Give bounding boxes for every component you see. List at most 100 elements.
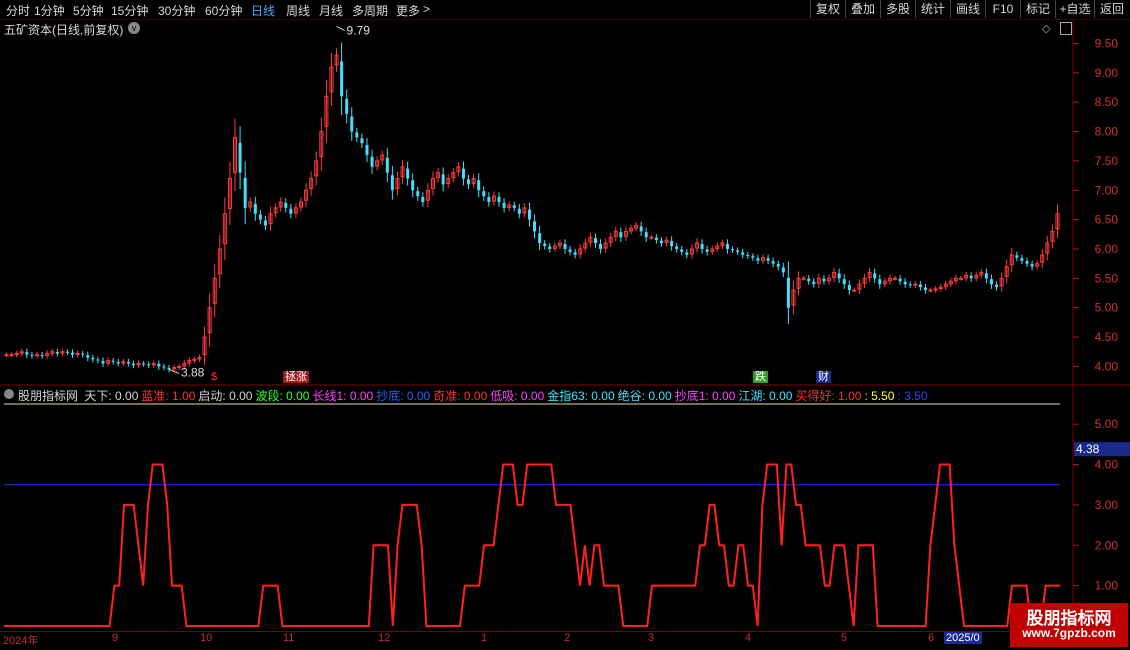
- candle-body: [9, 354, 14, 357]
- add-watchlist-button[interactable]: +自选: [1055, 0, 1094, 18]
- candle-body: [700, 243, 704, 249]
- candle-body: [126, 361, 130, 364]
- candle-body: [441, 174, 445, 185]
- candle-body: [142, 363, 146, 365]
- low-label: 3.88: [181, 365, 205, 379]
- high-label: 9.79: [347, 23, 371, 37]
- candle-body: [644, 232, 648, 238]
- period-more[interactable]: 更多: [396, 2, 420, 19]
- time-label: 11: [283, 632, 295, 644]
- price-tick-label: 6.50: [1095, 213, 1119, 227]
- period-daily[interactable]: 日线: [251, 2, 275, 19]
- time-label: 6: [928, 632, 935, 644]
- candle-body: [776, 264, 780, 267]
- multi-stock-button[interactable]: 多股: [880, 0, 915, 18]
- candle-body: [593, 238, 597, 244]
- candle-body: [517, 208, 521, 214]
- period-multi[interactable]: 多周期: [352, 2, 388, 19]
- candle-body: [563, 243, 567, 249]
- draw-line-button[interactable]: 画线: [950, 0, 985, 18]
- overlay-button[interactable]: 叠加: [845, 0, 880, 18]
- candle-body: [355, 132, 359, 138]
- candle-body: [649, 236, 654, 239]
- candle-body: [822, 278, 826, 282]
- candle-body: [157, 363, 161, 367]
- candle-body: [908, 284, 912, 286]
- period-toolbar: 分时 1分钟 5分钟 15分钟 30分钟 60分钟 日线 周线 月线 多周期 更…: [0, 0, 1130, 20]
- candle-body: [263, 220, 267, 226]
- period-fenshi[interactable]: 分时: [6, 2, 30, 19]
- candle-body: [543, 243, 547, 247]
- candle-body: [741, 252, 745, 255]
- period-weekly[interactable]: 周线: [286, 2, 310, 19]
- time-label: 12: [378, 632, 391, 644]
- time-label: 2: [564, 632, 571, 644]
- period-15min[interactable]: 15分钟: [111, 2, 148, 19]
- candle-body: [807, 278, 811, 282]
- candle-body: [111, 360, 115, 362]
- candle-body: [35, 354, 39, 357]
- restore-rights-button[interactable]: 复权: [810, 0, 845, 18]
- candle-body: [116, 361, 120, 364]
- signal-wealth: 财: [816, 371, 831, 383]
- back-button[interactable]: 返回: [1094, 0, 1129, 18]
- candle-body: [167, 367, 171, 370]
- candle-body: [959, 277, 963, 280]
- indicator-chart: 5.00 4.00 3.00 2.00 1.00 4.38: [4, 386, 1130, 632]
- signal-dollar: $: [211, 371, 218, 383]
- candle-body: [675, 246, 679, 249]
- time-label: 4: [745, 632, 752, 644]
- indicator-tick-label: 1.00: [1095, 579, 1119, 593]
- period-5min[interactable]: 5分钟: [73, 2, 104, 19]
- price-chart: 9.50 9.00 8.50 8.00 7.50 7.00 6.50 6.00 5.50 5.00…: [0, 20, 1130, 386]
- candle-body: [878, 279, 882, 285]
- candle-body: [1025, 261, 1029, 264]
- period-1min[interactable]: 1分钟: [34, 2, 65, 19]
- logo-url: www.7gpzb.com: [1022, 626, 1116, 640]
- candle-body: [847, 285, 851, 291]
- candle-body: [837, 273, 841, 279]
- statistics-button[interactable]: 统计: [915, 0, 950, 18]
- candle-body: [538, 233, 542, 244]
- candle-body: [238, 142, 242, 173]
- period-60min[interactable]: 60分钟: [205, 2, 242, 19]
- period-monthly[interactable]: 月线: [319, 2, 343, 19]
- candle-body: [725, 243, 729, 249]
- candle-body: [289, 208, 293, 214]
- candle-body: [969, 275, 973, 279]
- f10-button[interactable]: F10: [985, 0, 1020, 18]
- mark-button[interactable]: 标记: [1020, 0, 1055, 18]
- candle-body: [599, 243, 603, 249]
- candle-body: [243, 177, 247, 208]
- candle-body: [487, 197, 491, 202]
- candle-body: [4, 354, 9, 357]
- candle-body: [406, 168, 410, 179]
- candle-body: [345, 98, 349, 114]
- candle-body: [989, 279, 993, 285]
- candle-body: [527, 209, 531, 220]
- more-chevron-icon[interactable]: >: [423, 2, 430, 16]
- candle-body: [71, 352, 75, 355]
- candle-body: [984, 273, 988, 279]
- indicator-tick-label: 4.00: [1095, 458, 1119, 472]
- time-label: 3: [648, 632, 655, 644]
- candle-body: [30, 354, 34, 356]
- candle-body: [685, 252, 689, 255]
- candle-body: [75, 352, 80, 355]
- candle-body: [873, 273, 877, 279]
- candle-body: [284, 202, 288, 208]
- candle-body: [40, 354, 44, 356]
- candle-body: [421, 197, 425, 202]
- indicator-tick-label: 5.00: [1095, 417, 1119, 431]
- candle-body: [548, 246, 552, 249]
- candle-body: [512, 205, 516, 208]
- candle-body: [751, 256, 755, 258]
- candle-body: [467, 179, 471, 185]
- candle-body: [131, 363, 135, 366]
- candle-body: [365, 145, 369, 156]
- candle-body: [801, 277, 806, 280]
- candle-body: [340, 61, 344, 97]
- signal-limit-up: 拯涨: [283, 371, 309, 383]
- period-30min[interactable]: 30分钟: [158, 2, 195, 19]
- price-tick-label: 6.00: [1095, 242, 1119, 256]
